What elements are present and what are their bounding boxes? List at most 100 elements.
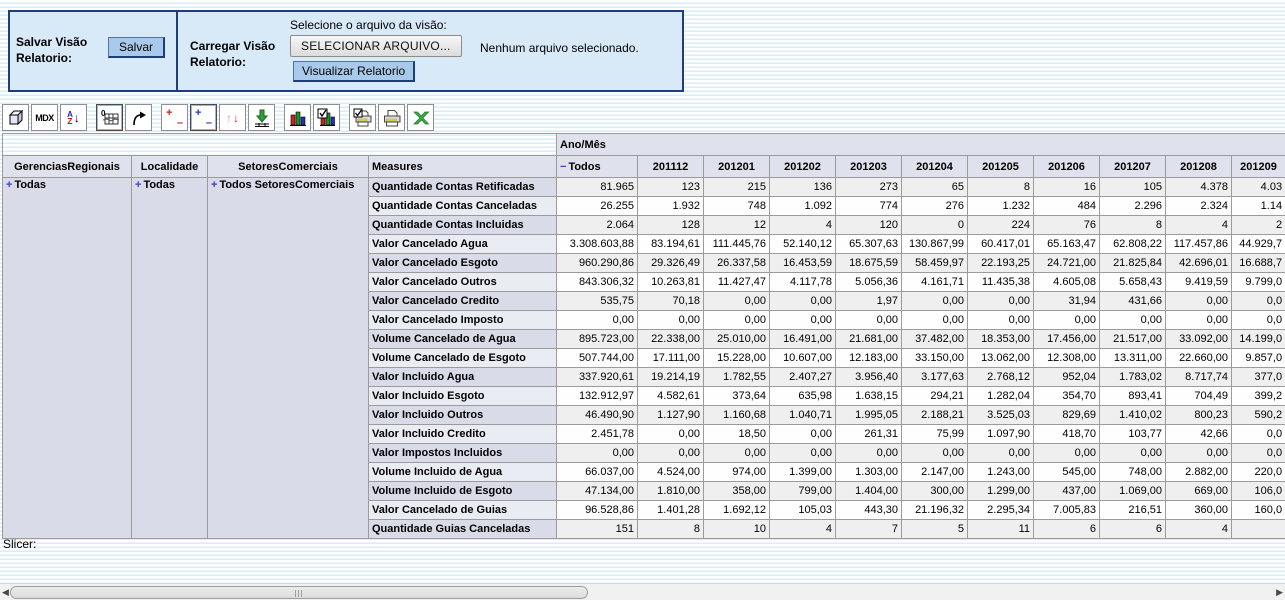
data-cell: 6 xyxy=(1034,520,1100,539)
data-cell: 10.607,00 xyxy=(770,349,836,368)
data-cell: 70,18 xyxy=(638,292,704,311)
collapse-icon[interactable]: − xyxy=(560,161,566,173)
save-button[interactable]: Salvar xyxy=(108,37,165,58)
data-cell: 0,00 xyxy=(704,292,770,311)
data-cell: 0,00 xyxy=(704,311,770,330)
pivot-table: Ano/MêsGerenciasRegionaisLocalidadeSetor… xyxy=(2,133,1285,539)
swap-axes-icon[interactable] xyxy=(125,104,152,131)
measure-label-cell: Volume Incluido de Agua xyxy=(369,463,557,482)
measure-label-cell: Valor Cancelado Credito xyxy=(369,292,557,311)
print-icon[interactable] xyxy=(378,104,405,131)
chart-config-icon[interactable] xyxy=(313,104,340,131)
dim-member-label: Todas xyxy=(143,179,175,191)
data-cell: 0,00 xyxy=(1166,292,1232,311)
dim-member-cell: +Todas xyxy=(132,178,208,539)
data-cell: 66.037,00 xyxy=(557,463,638,482)
data-cell: 2.295,34 xyxy=(968,501,1034,520)
data-cell: 22.193,25 xyxy=(968,254,1034,273)
drill-member-icon[interactable]: +– xyxy=(161,104,188,131)
dim-member-label: Todos SetoresComerciais xyxy=(219,179,354,191)
cube-glyph xyxy=(6,108,26,128)
data-cell: 220,0 xyxy=(1232,463,1285,482)
data-cell: 0,00 xyxy=(557,311,638,330)
measure-label-cell: Volume Cancelado de Esgoto xyxy=(369,349,557,368)
data-cell: 46.490,90 xyxy=(557,406,638,425)
measure-label-cell: Valor Cancelado Imposto xyxy=(369,311,557,330)
data-cell: 0,00 xyxy=(1034,311,1100,330)
data-cell: 65.163,47 xyxy=(1034,235,1100,254)
measure-label-cell: Valor Incluido Esgoto xyxy=(369,387,557,406)
mdx-icon[interactable]: MDX xyxy=(31,104,58,131)
data-cell: 17.456,00 xyxy=(1034,330,1100,349)
data-cell: 0,0 xyxy=(1232,444,1285,463)
data-cell: 42.696,01 xyxy=(1166,254,1232,273)
sort-icon[interactable]: AZ ↓ xyxy=(60,104,87,131)
total-column-label: Todos xyxy=(568,161,600,173)
data-cell: 1.810,00 xyxy=(638,482,704,501)
data-cell: 2.147,00 xyxy=(902,463,968,482)
select-file-button[interactable]: SELECIONAR ARQUIVO... xyxy=(290,35,462,57)
scroll-right-arrow-icon[interactable]: ▶ xyxy=(1276,587,1283,597)
print-config-icon[interactable] xyxy=(349,104,376,131)
data-cell: 2.296 xyxy=(1100,197,1166,216)
expand-icon[interactable]: + xyxy=(211,179,217,191)
measure-label-cell: Valor Cancelado Esgoto xyxy=(369,254,557,273)
measure-label-cell: Quantidade Contas Retificadas xyxy=(369,178,557,197)
data-cell: 1.040,71 xyxy=(770,406,836,425)
data-cell: 273 xyxy=(836,178,902,197)
data-cell: 128 xyxy=(638,216,704,235)
data-cell: 895.723,00 xyxy=(557,330,638,349)
data-cell: 33.150,00 xyxy=(902,349,968,368)
data-cell: 443,30 xyxy=(836,501,902,520)
drill-replace-icon[interactable]: ↑↓ xyxy=(219,104,246,131)
data-cell: 399,2 xyxy=(1232,387,1285,406)
data-cell: 0,00 xyxy=(1166,444,1232,463)
data-cell: 0,00 xyxy=(638,444,704,463)
data-cell: 44.929,7 xyxy=(1232,235,1285,254)
expand-icon[interactable]: + xyxy=(6,179,12,191)
cube-icon[interactable] xyxy=(2,104,29,131)
data-cell: 75,99 xyxy=(902,425,968,444)
scrollbar-thumb[interactable] xyxy=(10,586,588,599)
data-cell: 21.196,32 xyxy=(902,501,968,520)
data-cell: 2.407,27 xyxy=(770,368,836,387)
data-cell: 106,0 xyxy=(1232,482,1285,501)
measure-label-cell: Quantidade Contas Canceladas xyxy=(369,197,557,216)
expand-icon[interactable]: + xyxy=(135,179,141,191)
data-cell: 132.912,97 xyxy=(557,387,638,406)
excel-icon[interactable] xyxy=(407,104,434,131)
drill-through-icon[interactable] xyxy=(248,104,275,131)
data-cell: 14.199,0 xyxy=(1232,330,1285,349)
data-cell: 62.808,22 xyxy=(1100,235,1166,254)
file-status-text: Nenhum arquivo selecionado. xyxy=(480,41,639,55)
data-cell: 1.692,12 xyxy=(704,501,770,520)
data-cell: 18.675,59 xyxy=(836,254,902,273)
scroll-left-arrow-icon[interactable]: ◀ xyxy=(2,587,9,597)
view-report-button[interactable]: Visualizar Relatorio xyxy=(293,61,415,82)
horizontal-scrollbar[interactable]: ◀ ▶ xyxy=(0,583,1285,600)
save-view-label: Salvar Visão Relatorio: xyxy=(16,35,108,66)
chart-icon[interactable] xyxy=(284,104,311,131)
measure-label-cell: Valor Impostos Incluidos xyxy=(369,444,557,463)
data-cell: 1.401,28 xyxy=(638,501,704,520)
data-cell: 3.308.603,88 xyxy=(557,235,638,254)
data-cell: 2.188,21 xyxy=(902,406,968,425)
suppress-empty-icon[interactable]: 0 xyxy=(96,104,123,131)
data-cell: 105,03 xyxy=(770,501,836,520)
data-cell: 337.920,61 xyxy=(557,368,638,387)
data-cell: 4.605,08 xyxy=(1034,273,1100,292)
data-cell: 774 xyxy=(836,197,902,216)
data-cell: 0,00 xyxy=(557,444,638,463)
drill-position-icon[interactable]: +– xyxy=(190,104,217,131)
data-cell: 0,00 xyxy=(638,311,704,330)
data-cell: 136 xyxy=(770,178,836,197)
data-cell: 431,66 xyxy=(1100,292,1166,311)
data-cell: 0,00 xyxy=(1100,444,1166,463)
data-cell: 42,66 xyxy=(1166,425,1232,444)
load-view-label: Carregar Visão Relatorio: xyxy=(190,39,290,70)
data-cell: 83.194,61 xyxy=(638,235,704,254)
data-cell: 11.435,38 xyxy=(968,273,1034,292)
data-cell: 358,00 xyxy=(704,482,770,501)
data-cell: 11.427,47 xyxy=(704,273,770,292)
data-cell: 261,31 xyxy=(836,425,902,444)
